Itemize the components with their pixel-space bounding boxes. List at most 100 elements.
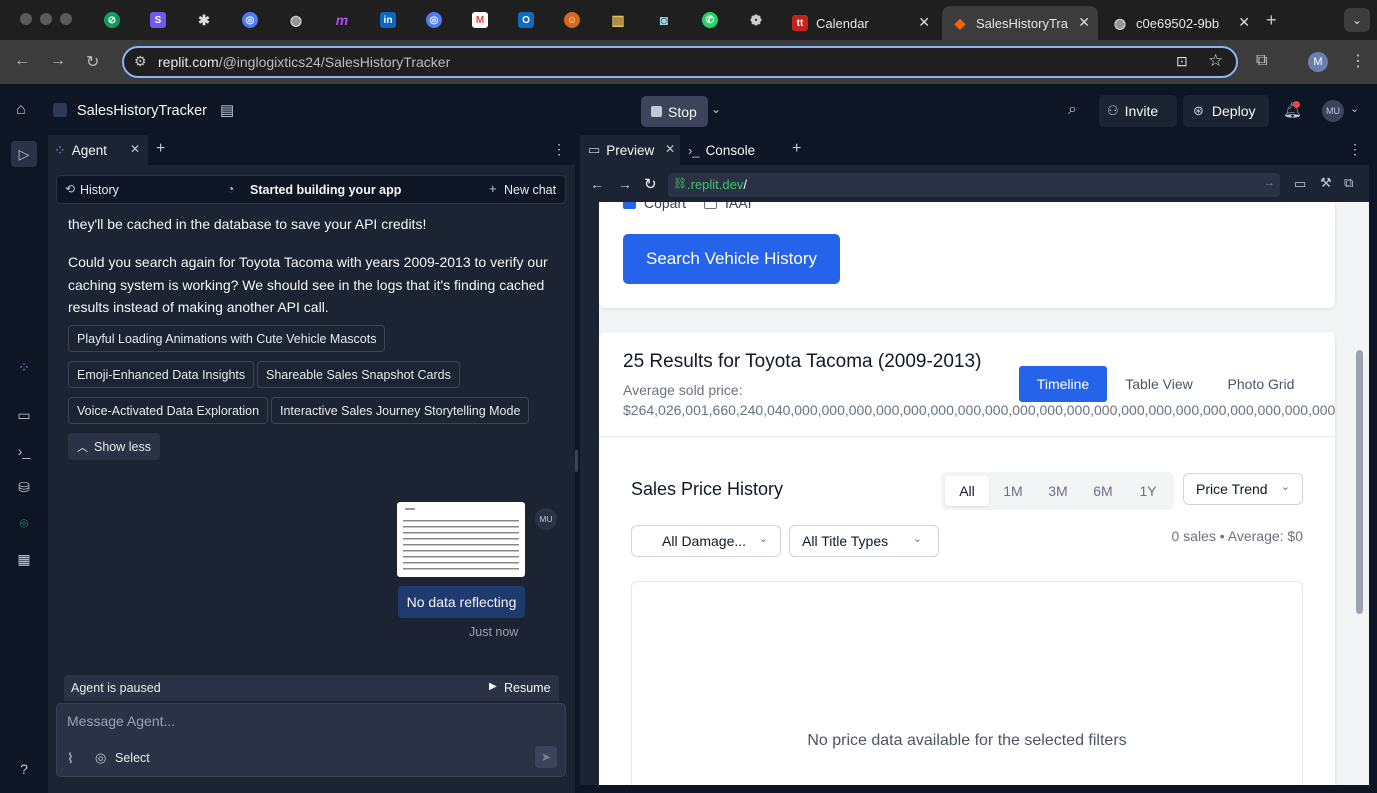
deploy-button[interactable]: ⊛ Deploy (1183, 95, 1269, 127)
agent-rail-icon[interactable]: ⁘ (14, 357, 34, 377)
suggestion-chip[interactable]: Interactive Sales Journey Storytelling M… (271, 397, 530, 424)
select-button[interactable]: Select (115, 751, 150, 765)
new-tab-button[interactable]: + (792, 140, 801, 158)
tab-photo-grid[interactable]: Photo Grid (1213, 366, 1309, 402)
bookmark-star-icon[interactable]: ☆ (1208, 51, 1223, 71)
workspace-menu-icon[interactable]: ▤ (220, 101, 234, 119)
go-arrow-icon[interactable]: → (1264, 177, 1275, 189)
minimize-window-button[interactable] (40, 13, 52, 25)
pinned-tab[interactable]: M (468, 8, 492, 32)
price-trend-select[interactable]: Price Trend ⌄ (1183, 473, 1303, 505)
pinned-tab[interactable]: ✱ (192, 8, 216, 32)
close-tab-icon[interactable]: ✕ (1238, 14, 1250, 31)
tab-table-view[interactable]: Table View (1111, 366, 1207, 402)
pinned-tab[interactable]: ✆ (698, 8, 722, 32)
tab-preview[interactable]: ▭ Preview ✕ (580, 135, 680, 165)
panel-resize-handle[interactable] (575, 450, 578, 472)
close-tab-icon[interactable]: ✕ (665, 142, 675, 156)
close-window-button[interactable] (20, 13, 32, 25)
pinned-tab[interactable]: ◍ (284, 8, 308, 32)
send-button[interactable]: ➤ (535, 746, 557, 768)
range-1y[interactable]: 1Y (1126, 476, 1170, 506)
damage-filter-select[interactable]: All Damage... ⌄ (631, 525, 781, 557)
range-all[interactable]: All (945, 476, 989, 506)
home-icon[interactable]: ⌂ (16, 101, 26, 119)
preview-back-icon[interactable]: ← (590, 176, 604, 192)
resume-button[interactable]: Resume (504, 681, 551, 695)
new-chat-button[interactable]: New chat (504, 183, 556, 197)
attached-screenshot-thumbnail[interactable] (397, 502, 525, 577)
help-icon[interactable]: ? (14, 759, 34, 779)
run-options-chevron-icon[interactable]: ⌄ (711, 102, 721, 116)
account-chevron-icon[interactable]: ⌄ (1350, 102, 1359, 115)
paperclip-icon[interactable]: ⌇ (67, 750, 74, 767)
panel-menu-icon[interactable]: ⋮ (552, 141, 566, 158)
back-button[interactable]: ← (14, 52, 30, 70)
suggestion-chip[interactable]: Playful Loading Animations with Cute Veh… (68, 325, 386, 352)
tab-calendar[interactable]: tt Calendar ✕ (782, 6, 938, 40)
pinned-tab[interactable]: O (514, 8, 538, 32)
tab-search-button[interactable]: ⌄ (1344, 8, 1370, 32)
reload-button[interactable]: ↻ (86, 52, 99, 72)
project-name[interactable]: SalesHistoryTracker (77, 103, 207, 119)
suggestion-chip[interactable]: Shareable Sales Snapshot Cards (257, 361, 460, 388)
deployments-icon[interactable]: ⌾ (14, 513, 34, 533)
stop-button[interactable]: Stop (641, 96, 708, 127)
pinned-tab[interactable]: ⊘ (100, 8, 124, 32)
preview-rail-icon[interactable]: ▭ (14, 405, 34, 425)
range-3m[interactable]: 3M (1036, 476, 1080, 506)
title-type-filter-select[interactable]: All Title Types ⌄ (789, 525, 939, 557)
preview-scrollbar-track[interactable] (1350, 202, 1369, 785)
pinned-tab[interactable]: S (146, 8, 170, 32)
devtools-wrench-icon[interactable]: ⚒ (1320, 175, 1332, 191)
pinned-tab[interactable]: ◎ (422, 8, 446, 32)
range-6m[interactable]: 6M (1081, 476, 1125, 506)
open-new-window-icon[interactable]: ⧉ (1344, 175, 1353, 191)
tab-timeline[interactable]: Timeline (1019, 366, 1107, 402)
pinned-tab[interactable]: ❁ (744, 8, 768, 32)
files-icon[interactable]: ▷ (11, 141, 37, 167)
pinned-tab[interactable]: ▥ (606, 8, 630, 32)
panel-menu-icon[interactable]: ⋮ (1348, 141, 1362, 158)
tab-console[interactable]: ›_ Console (688, 135, 778, 165)
invite-button[interactable]: ⚇ Invite (1099, 95, 1177, 127)
close-tab-icon[interactable]: ✕ (130, 142, 140, 156)
iaai-checkbox[interactable] (704, 202, 717, 209)
close-tab-icon[interactable]: ✕ (1078, 14, 1090, 31)
suggestion-chip[interactable]: Emoji-Enhanced Data Insights (68, 361, 255, 388)
pinned-tab[interactable]: ◎ (238, 8, 262, 32)
search-vehicle-history-button[interactable]: Search Vehicle History (623, 234, 840, 284)
pinned-tab[interactable]: ☺ (560, 8, 584, 32)
forward-button[interactable]: → (50, 52, 66, 70)
preview-forward-icon[interactable]: → (618, 176, 632, 192)
install-app-icon[interactable]: ⊡ (1176, 53, 1188, 70)
scrollbar-thumb[interactable] (1356, 350, 1363, 614)
history-button[interactable]: History (80, 183, 119, 197)
close-tab-icon[interactable]: ✕ (918, 14, 930, 31)
new-tab-button[interactable]: + (156, 140, 165, 158)
console-rail-icon[interactable]: ›_ (14, 441, 34, 461)
pinned-tab[interactable]: in (376, 8, 400, 32)
profile-avatar[interactable]: M (1308, 52, 1328, 72)
tab-agent[interactable]: ⁘ Agent ✕ (48, 135, 148, 165)
all-tools-icon[interactable]: ▦ (14, 549, 34, 569)
database-icon[interactable]: ⛁ (14, 477, 34, 497)
device-icon[interactable]: ▭ (1294, 176, 1306, 192)
browser-menu-icon[interactable]: ⋮ (1350, 51, 1366, 71)
range-1m[interactable]: 1M (991, 476, 1035, 506)
suggestion-chip[interactable]: Voice-Activated Data Exploration (68, 397, 269, 424)
extensions-icon[interactable]: ⧉ (1256, 52, 1267, 70)
show-less-button[interactable]: ︿ Show less (68, 433, 160, 460)
pinned-tab[interactable]: m (330, 8, 354, 32)
address-bar[interactable]: ⚙ replit.com/@inglogixtics24/SalesHistor… (122, 46, 1238, 78)
tab-saleshistorytracker[interactable]: ◆ SalesHistoryTra ✕ (942, 6, 1098, 40)
search-icon[interactable]: ⌕ (1068, 101, 1077, 119)
user-avatar[interactable]: MU (1322, 100, 1344, 122)
preview-reload-icon[interactable]: ↻ (644, 175, 657, 193)
zoom-window-button[interactable] (60, 13, 72, 25)
tab-c0e69502[interactable]: ◍ c0e69502-9bb ✕ (1102, 6, 1258, 40)
copart-checkbox[interactable] (623, 202, 636, 209)
pinned-tab[interactable]: ◙ (652, 8, 676, 32)
new-tab-button[interactable]: + (1266, 10, 1277, 31)
site-info-icon[interactable]: ⚙ (134, 53, 147, 70)
